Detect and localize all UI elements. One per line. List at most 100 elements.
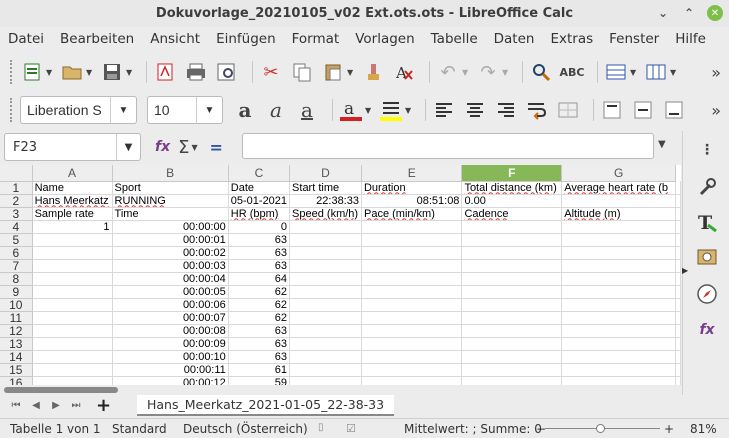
font-color-dropdown-icon[interactable]: ▼ [365, 106, 373, 115]
cell-B10[interactable]: 00:00:06 [112, 298, 229, 312]
save-dropdown-icon[interactable]: ▼ [126, 68, 134, 77]
cell-B11[interactable]: 00:00:07 [112, 311, 229, 325]
cell-F8[interactable] [461, 272, 563, 286]
menu-ansicht[interactable]: Ansicht [150, 31, 200, 47]
cell-C1[interactable]: Date [228, 181, 291, 195]
cell-E6[interactable] [361, 246, 463, 260]
formula-input[interactable] [242, 133, 654, 159]
menu-daten[interactable]: Daten [494, 31, 535, 47]
row-header[interactable]: 7 [0, 259, 33, 273]
cell-H9[interactable] [675, 285, 681, 299]
cell-B8[interactable]: 00:00:04 [112, 272, 229, 286]
cell-B6[interactable]: 00:00:02 [112, 246, 229, 260]
row-header[interactable]: 11 [0, 311, 33, 325]
cell-F3[interactable]: Cadence [461, 207, 563, 221]
column-header[interactable]: D [289, 165, 362, 182]
cell-F6[interactable] [461, 246, 563, 260]
cell-G15[interactable] [561, 363, 676, 377]
next-sheet-icon[interactable]: ▶ [46, 400, 66, 411]
cell-A9[interactable] [32, 285, 113, 299]
cell-B13[interactable]: 00:00:09 [112, 337, 229, 351]
cell-H10[interactable] [675, 298, 681, 312]
cell-C5[interactable]: 63 [228, 233, 291, 247]
cell-A16[interactable] [32, 376, 113, 385]
sidebar-menu-icon[interactable]: ⋮ [696, 139, 718, 161]
print-icon[interactable] [184, 60, 208, 84]
cell-G11[interactable] [561, 311, 676, 325]
menu-hilfe[interactable]: Hilfe [675, 31, 706, 47]
cell-B9[interactable]: 00:00:05 [112, 285, 229, 299]
cell-E16[interactable] [361, 376, 463, 385]
highlight-dropdown-icon[interactable]: ▼ [405, 106, 413, 115]
add-sheet-icon[interactable]: + [96, 395, 116, 416]
align-center-icon[interactable] [463, 98, 487, 122]
align-middle-icon[interactable] [631, 98, 655, 122]
cell-D6[interactable] [289, 246, 362, 260]
cell-E13[interactable] [361, 337, 463, 351]
row-header[interactable]: 14 [0, 350, 33, 364]
corner-cell[interactable] [0, 165, 33, 182]
cell-E4[interactable] [361, 220, 463, 234]
menu-fenster[interactable]: Fenster [609, 31, 659, 47]
sheet-tab-active[interactable]: Hans_Meerkatz_2021-01-05_22-38-33 [137, 395, 395, 416]
cell-B1[interactable]: Sport [112, 181, 229, 195]
cell-B2[interactable]: RUNNING [112, 194, 229, 208]
cell-E9[interactable] [361, 285, 463, 299]
cell-A7[interactable] [32, 259, 113, 273]
clone-formatting-icon[interactable] [361, 60, 385, 84]
cell-D3[interactable]: Speed (km/h) [289, 207, 362, 221]
row-header[interactable]: 4 [0, 220, 33, 234]
cell-C9[interactable]: 62 [228, 285, 291, 299]
redo-dropdown-icon[interactable]: ▼ [502, 68, 510, 77]
bold-icon[interactable]: a [233, 98, 257, 122]
cell-F12[interactable] [461, 324, 563, 338]
cell-G16[interactable] [561, 376, 676, 385]
cell-B3[interactable]: Time [112, 207, 229, 221]
cell-H7[interactable] [675, 259, 681, 273]
cell-A5[interactable] [32, 233, 113, 247]
cell-H2[interactable] [675, 194, 681, 208]
menu-bearbeiten[interactable]: Bearbeiten [60, 31, 134, 47]
row-header[interactable]: 16 [0, 376, 33, 385]
row-header[interactable]: 5 [0, 233, 33, 247]
cell-F16[interactable] [461, 376, 563, 385]
cell-H3[interactable] [675, 207, 681, 221]
cell-C14[interactable]: 63 [228, 350, 291, 364]
cell-A6[interactable] [32, 246, 113, 260]
chevron-down-icon[interactable]: ▼ [196, 97, 222, 123]
cell-A14[interactable] [32, 350, 113, 364]
cell-A12[interactable] [32, 324, 113, 338]
cell-F4[interactable] [461, 220, 563, 234]
cell-F5[interactable] [461, 233, 563, 247]
cell-H4[interactable] [675, 220, 681, 234]
gallery-icon[interactable] [696, 246, 718, 268]
cell-F15[interactable] [461, 363, 563, 377]
menu-tabelle[interactable]: Tabelle [431, 31, 478, 47]
cell-A15[interactable] [32, 363, 113, 377]
zoom-in-icon[interactable]: + [664, 422, 674, 436]
cell-H8[interactable] [675, 272, 681, 286]
more-tools-icon[interactable]: » [711, 63, 721, 82]
font-color-icon[interactable]: a [339, 98, 363, 122]
column-header[interactable]: B [112, 165, 229, 182]
font-name-box[interactable]: Liberation S ▼ [20, 96, 137, 124]
first-sheet-icon[interactable]: ⏮ [6, 400, 26, 411]
row-header[interactable]: 2 [0, 194, 33, 208]
cell-C8[interactable]: 64 [228, 272, 291, 286]
close-button[interactable]: ✕ [707, 5, 723, 21]
selection-mode-icon[interactable]: ▯ [318, 422, 324, 433]
cell-F14[interactable] [461, 350, 563, 364]
chevron-down-icon[interactable]: ▼ [116, 134, 140, 160]
cell-D10[interactable] [289, 298, 362, 312]
row-header[interactable]: 10 [0, 298, 33, 312]
row-header[interactable]: 1 [0, 181, 33, 195]
column-header[interactable]: A [32, 165, 113, 182]
maximize-button[interactable]: ⌃ [681, 5, 697, 21]
cell-D15[interactable] [289, 363, 362, 377]
cell-D2[interactable]: 22:38:33 [289, 194, 362, 208]
cell-A8[interactable] [32, 272, 113, 286]
menu-format[interactable]: Format [292, 31, 340, 47]
function-wizard-icon[interactable]: fx [155, 139, 170, 155]
expand-formula-icon[interactable]: ▼ [658, 139, 666, 150]
cell-D13[interactable] [289, 337, 362, 351]
